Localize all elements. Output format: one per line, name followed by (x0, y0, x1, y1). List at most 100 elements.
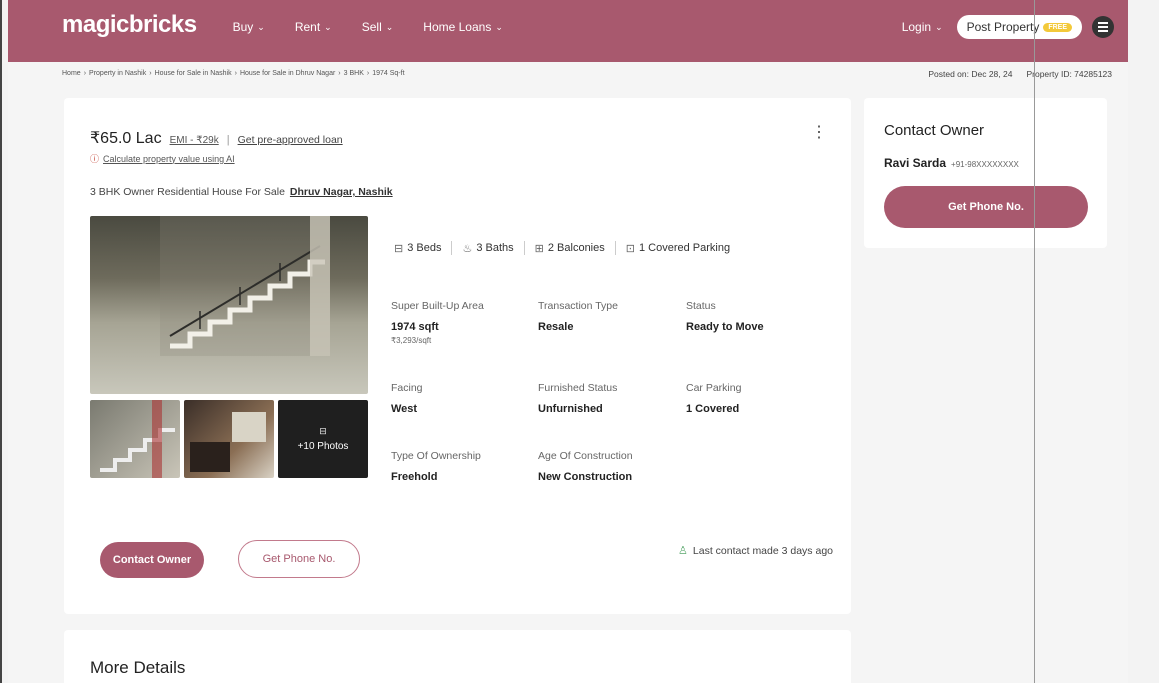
bed-icon: ⊟ (394, 242, 404, 255)
photo-thumbnail[interactable] (184, 400, 274, 478)
breadcrumb-item[interactable]: House for Sale in Nashik (155, 70, 232, 77)
spec-car-parking: Car Parking 1 Covered (686, 382, 741, 415)
breadcrumb-item[interactable]: 3 BHK (344, 70, 364, 77)
price-row: ₹65.0 Lac EMI - ₹29k | Get pre-approved … (90, 128, 343, 148)
breadcrumb-item[interactable]: Home (62, 70, 81, 77)
spec-value: Unfurnished (538, 403, 603, 415)
location-link[interactable]: Dhruv Nagar, Nashik (290, 186, 393, 198)
post-property-button[interactable]: Post Property FREE (956, 15, 1082, 39)
breadcrumb-item[interactable]: House for Sale in Dhruv Nagar (240, 70, 335, 77)
chevron-down-icon: ⌄ (935, 21, 943, 32)
amenity-balconies: ⊞ 2 Balconies (535, 242, 605, 255)
nav-sell[interactable]: Sell ⌄ (362, 20, 394, 34)
spec-status: Status Ready to Move (686, 300, 764, 333)
amenities-row: ⊟ 3 Beds ♨ 3 Baths ⊞ 2 Balconies ⊡ 1 Covered… (394, 241, 730, 255)
spec-value: New Construction (538, 471, 633, 483)
listing-title-text: 3 BHK Owner Residential House For Sale (90, 186, 285, 198)
spec-value: 1974 sqft (391, 321, 439, 333)
breadcrumb-separator: › (338, 70, 341, 77)
chevron-down-icon: ⌄ (257, 21, 265, 32)
spec-label: Status (686, 300, 716, 312)
left-edge-line (0, 0, 2, 683)
owner-name: Ravi Sarda (884, 156, 947, 170)
spec-value: Resale (538, 321, 574, 333)
photo-thumbnail[interactable] (90, 400, 180, 478)
spec-label: Type Of Ownership (391, 450, 481, 462)
calc-value-label: Calculate property value using AI (103, 153, 235, 164)
page: magicbricks Buy ⌄ Rent ⌄ Sell ⌄ Home Loans ⌄… (8, 0, 1128, 683)
breadcrumb-item[interactable]: Property in Nashik (89, 70, 146, 77)
listing-meta: Posted on: Dec 28, 24 Property ID: 74285… (928, 69, 1112, 79)
spec-sub-value: ₹3,293/sqft (391, 336, 432, 345)
amenity-beds: ⊟ 3 Beds (394, 242, 441, 255)
divider (451, 241, 453, 255)
owner-phone: +91-98XXXXXXXX (951, 160, 1019, 169)
more-details-card: More Details (64, 630, 851, 683)
last-contact-text: Last contact made 3 days ago (692, 544, 833, 557)
property-card: ₹65.0 Lac EMI - ₹29k | Get pre-approved … (64, 98, 851, 614)
divider (523, 241, 525, 255)
nav-rent[interactable]: Rent ⌄ (295, 20, 332, 34)
room-thumbnail-image (190, 412, 266, 472)
gallery-icon: ⊟ (319, 426, 327, 436)
breadcrumb-separator: › (234, 70, 237, 77)
balcony-icon: ⊞ (534, 242, 544, 255)
amenity-parking: ⊡ 1 Covered Parking (626, 242, 730, 255)
spec-ownership: Type Of Ownership Freehold (391, 450, 481, 483)
calculate-value-link[interactable]: ⓘ Calculate property value using AI (90, 152, 235, 165)
divider (614, 241, 616, 255)
price: ₹65.0 Lac (90, 130, 162, 147)
breadcrumb-separator: › (149, 70, 152, 77)
spec-value: Ready to Move (686, 321, 764, 333)
amenity-baths: ♨ 3 Baths (462, 242, 513, 255)
breadcrumb-item: 1974 Sq-ft (372, 70, 405, 77)
parking-icon: ⊡ (625, 242, 635, 255)
listing-title: 3 BHK Owner Residential House For Sale D… (90, 186, 393, 198)
header-actions: Login ⌄ Post Property FREE (902, 15, 1114, 39)
spec-label: Age Of Construction (538, 450, 633, 462)
preapproved-loan-link[interactable]: Get pre-approved loan (238, 134, 343, 146)
magicbricks-logo[interactable]: magicbricks (62, 11, 197, 39)
main-nav: Buy ⌄ Rent ⌄ Sell ⌄ Home Loans ⌄ (233, 20, 503, 34)
nav-rent-label: Rent (294, 20, 321, 34)
nav-sell-label: Sell (361, 20, 382, 34)
spec-label: Facing (391, 382, 423, 394)
more-details-title: More Details (90, 658, 186, 677)
post-property-label: Post Property (966, 20, 1040, 34)
hamburger-menu-icon[interactable] (1092, 16, 1114, 38)
spec-value: 1 Covered (686, 403, 740, 415)
last-contact-info: ♙ Last contact made 3 days ago (678, 544, 833, 558)
login-label: Login (901, 20, 932, 34)
main-property-photo[interactable] (90, 216, 368, 394)
more-photos-button[interactable]: ⊟ +10 Photos (278, 400, 368, 478)
stairs-thumbnail-image (100, 400, 175, 478)
nav-buy[interactable]: Buy ⌄ (233, 20, 265, 34)
contact-card-title: Contact Owner (884, 122, 985, 139)
user-icon: ♙ (678, 545, 688, 557)
spec-label: Super Built-Up Area (391, 300, 484, 312)
login-menu[interactable]: Login ⌄ (902, 20, 943, 34)
amenity-label: 2 Balconies (547, 242, 605, 254)
amenity-label: 1 Covered Parking (638, 242, 731, 254)
chevron-down-icon: ⌄ (495, 21, 503, 32)
contact-card-get-phone-button[interactable]: Get Phone No. (884, 186, 1088, 228)
spec-facing: Facing West (391, 382, 423, 415)
nav-home-loans[interactable]: Home Loans ⌄ (423, 20, 503, 34)
contact-owner-button[interactable]: Contact Owner (100, 542, 204, 578)
spec-label: Furnished Status (538, 382, 618, 394)
nav-home-loans-label: Home Loans (423, 20, 492, 34)
emi-link[interactable]: EMI - ₹29k (170, 135, 219, 146)
spec-value: West (391, 403, 418, 415)
posted-on: Posted on: Dec 28, 24 (928, 69, 1013, 79)
get-phone-button[interactable]: Get Phone No. (238, 540, 360, 578)
owner-info: Ravi Sarda +91-98XXXXXXXX (884, 156, 1019, 170)
spec-transaction: Transaction Type Resale (538, 300, 618, 333)
divider: | (226, 134, 230, 146)
breadcrumb: Home › Property in Nashik › House for Sale… (62, 70, 405, 77)
nav-buy-label: Buy (232, 20, 254, 34)
spec-age: Age Of Construction New Construction (538, 450, 633, 483)
chevron-down-icon: ⌄ (385, 21, 394, 32)
more-options-icon[interactable]: ⋮ (811, 125, 827, 141)
staircase-image (160, 216, 330, 356)
breadcrumb-separator: › (83, 70, 87, 77)
